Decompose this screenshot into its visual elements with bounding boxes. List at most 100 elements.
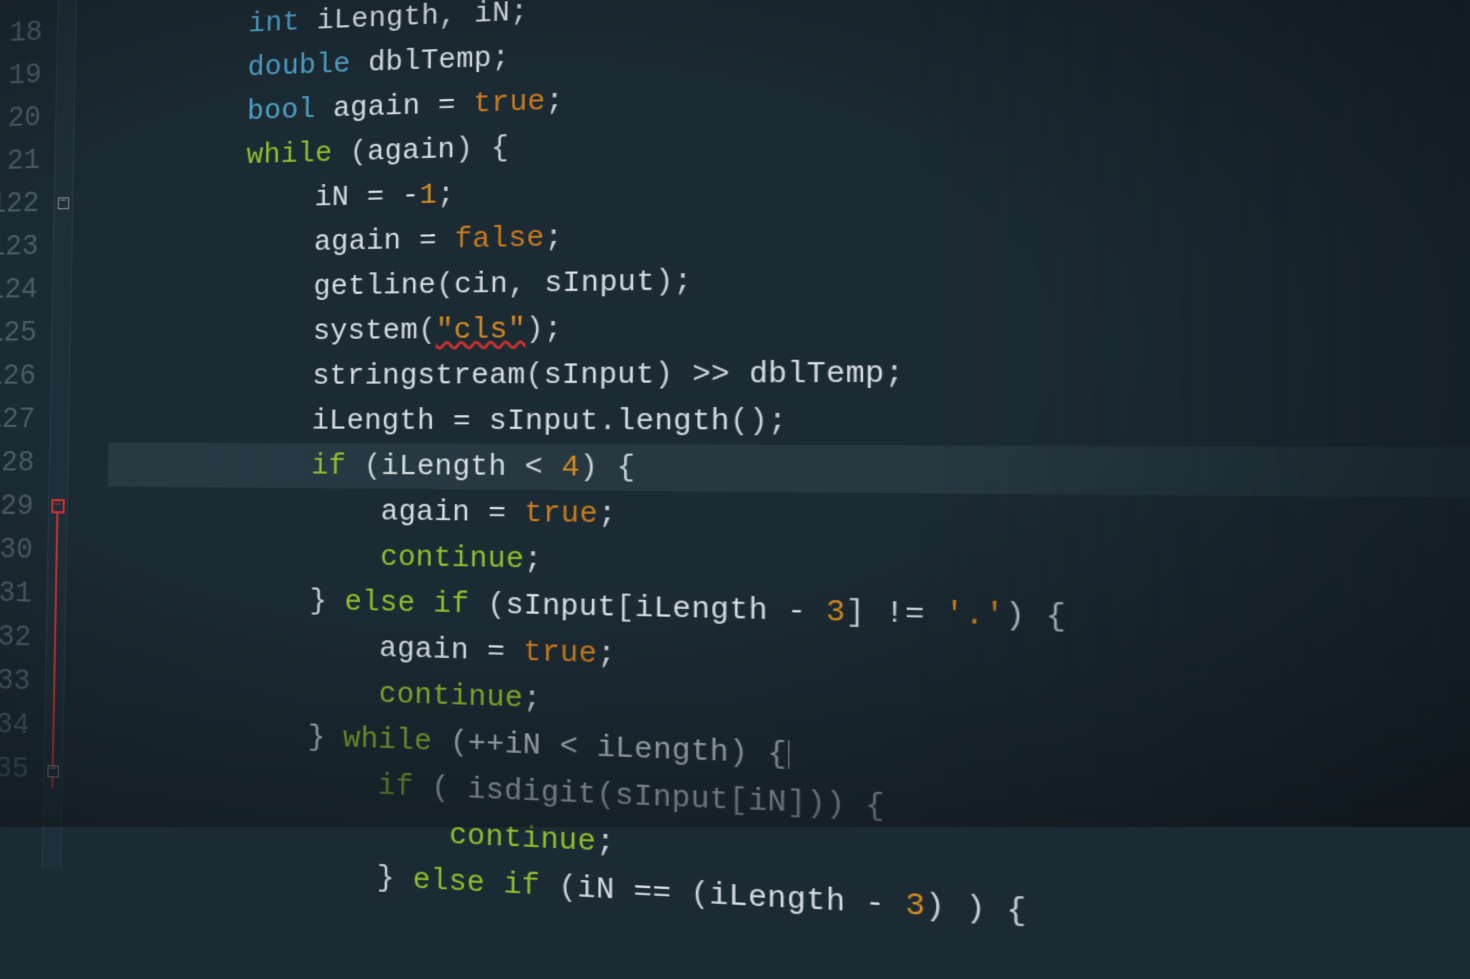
token-op: < bbox=[525, 450, 544, 485]
token-op: == bbox=[633, 873, 671, 911]
token-punct: ( bbox=[559, 869, 578, 905]
line-number: 127 bbox=[0, 399, 44, 442]
token-ident: iN bbox=[748, 783, 787, 821]
token-kw-ctrl: continue bbox=[380, 540, 524, 577]
token-punct: , bbox=[508, 267, 526, 301]
token-punct: { bbox=[617, 450, 636, 485]
token-punct: } bbox=[308, 720, 326, 755]
line-number: 132 bbox=[0, 616, 40, 661]
token-punct: ) bbox=[806, 785, 826, 822]
token-op: != bbox=[885, 595, 925, 632]
token-op: = bbox=[438, 87, 456, 121]
token-kw-ctrl: if bbox=[378, 768, 414, 804]
token-punct: ) bbox=[455, 132, 473, 166]
token-punct: ( bbox=[418, 313, 436, 347]
token-kw-ctrl: continue bbox=[449, 817, 596, 859]
fold-toggle-icon[interactable] bbox=[47, 765, 59, 778]
line-number: 131 bbox=[0, 572, 40, 617]
token-op: - bbox=[787, 593, 806, 629]
token-punct: ; bbox=[437, 177, 455, 211]
token-ident: again bbox=[381, 494, 471, 529]
token-ident: again bbox=[379, 631, 469, 668]
token-punct: ) bbox=[655, 264, 674, 299]
token-func: isdigit bbox=[468, 772, 597, 812]
token-punct: ; bbox=[545, 220, 563, 255]
token-kw-bool: true bbox=[524, 496, 598, 532]
token-punct: ; bbox=[544, 312, 563, 347]
token-ident: sInput bbox=[489, 404, 599, 439]
token-func: system bbox=[313, 313, 419, 348]
token-op: ++ bbox=[468, 725, 505, 761]
line-number: 19 bbox=[0, 54, 50, 99]
token-op: = bbox=[487, 634, 505, 669]
token-punct: ] bbox=[787, 785, 807, 822]
token-kw-char: '.' bbox=[945, 596, 1006, 634]
line-number: 18 bbox=[0, 11, 51, 56]
token-punct: ; bbox=[598, 496, 617, 531]
token-ident: iLength bbox=[597, 730, 729, 770]
token-punct: { bbox=[491, 131, 509, 165]
token-ident: again bbox=[367, 132, 455, 168]
token-punct: ; bbox=[492, 40, 510, 74]
token-ident: iLength bbox=[709, 877, 845, 920]
line-number: 128 bbox=[0, 442, 43, 486]
line-number: 130 bbox=[0, 529, 41, 574]
token-punct: ) bbox=[965, 890, 985, 928]
token-ident: sInput bbox=[544, 264, 655, 300]
token-op: >> bbox=[692, 357, 730, 392]
token-kw-num: 1 bbox=[419, 178, 437, 212]
token-op: < bbox=[559, 729, 578, 765]
token-ident: iN bbox=[474, 0, 510, 31]
line-number: 126 bbox=[0, 355, 44, 398]
line-number: 124 bbox=[0, 269, 46, 313]
token-kw-ctrl: continue bbox=[379, 677, 524, 716]
token-ident: iN bbox=[577, 870, 615, 907]
code-area[interactable]: string sInput; int iLength, iN; double d… bbox=[61, 0, 1470, 961]
token-punct: ( bbox=[730, 404, 749, 439]
line-number: 129 bbox=[0, 485, 42, 529]
token-ident: iLength bbox=[381, 449, 507, 484]
token-op: = bbox=[419, 223, 437, 257]
token-punct: ; bbox=[524, 542, 543, 577]
token-op: - bbox=[402, 178, 420, 212]
token-op: = bbox=[488, 495, 506, 530]
token-punct: ) bbox=[749, 403, 768, 438]
token-ident: sInput bbox=[505, 588, 616, 625]
token-punct: . bbox=[598, 404, 617, 439]
line-number: 533 bbox=[0, 659, 39, 705]
token-kw-ctrl: while bbox=[343, 721, 432, 759]
token-punct: ) bbox=[580, 450, 599, 485]
fold-toggle-icon[interactable] bbox=[57, 197, 68, 209]
token-kw-type: int bbox=[248, 5, 300, 40]
token-punct: { bbox=[1006, 892, 1027, 930]
code-line[interactable]: iLength = sInput.length(); bbox=[108, 396, 1470, 448]
token-op: - bbox=[865, 885, 885, 923]
token-punct: ( bbox=[690, 876, 709, 913]
token-punct: ; bbox=[510, 0, 528, 29]
line-number: 534 bbox=[0, 703, 38, 749]
code-editor[interactable]: 1718192021122123124125126127128129130131… bbox=[0, 0, 1470, 961]
token-ident: dblTemp bbox=[749, 356, 885, 392]
token-punct: ; bbox=[885, 356, 905, 392]
token-punct: [ bbox=[729, 782, 748, 819]
token-punct: ) bbox=[925, 888, 945, 926]
token-ident: again bbox=[333, 89, 421, 125]
token-punct: ( bbox=[436, 268, 454, 302]
token-kw-type: double bbox=[248, 47, 351, 84]
token-ident: iLength bbox=[312, 404, 436, 438]
token-punct: ) bbox=[526, 312, 544, 347]
token-op: = bbox=[367, 179, 385, 213]
token-func: length bbox=[617, 404, 730, 439]
token-punct: ( bbox=[364, 449, 382, 483]
text-caret bbox=[788, 740, 789, 769]
token-ident: iLength bbox=[635, 590, 768, 628]
token-punct: ) bbox=[729, 735, 748, 772]
fold-modified-icon[interactable] bbox=[51, 499, 65, 513]
token-kw-num: 3 bbox=[905, 887, 925, 925]
token-punct: ) bbox=[1005, 597, 1025, 634]
token-punct: ] bbox=[846, 594, 866, 630]
line-number: 20 bbox=[0, 97, 49, 142]
token-kw-bool: false bbox=[454, 221, 544, 257]
token-ident: sInput bbox=[615, 778, 729, 818]
fold-change-bar bbox=[51, 513, 58, 788]
